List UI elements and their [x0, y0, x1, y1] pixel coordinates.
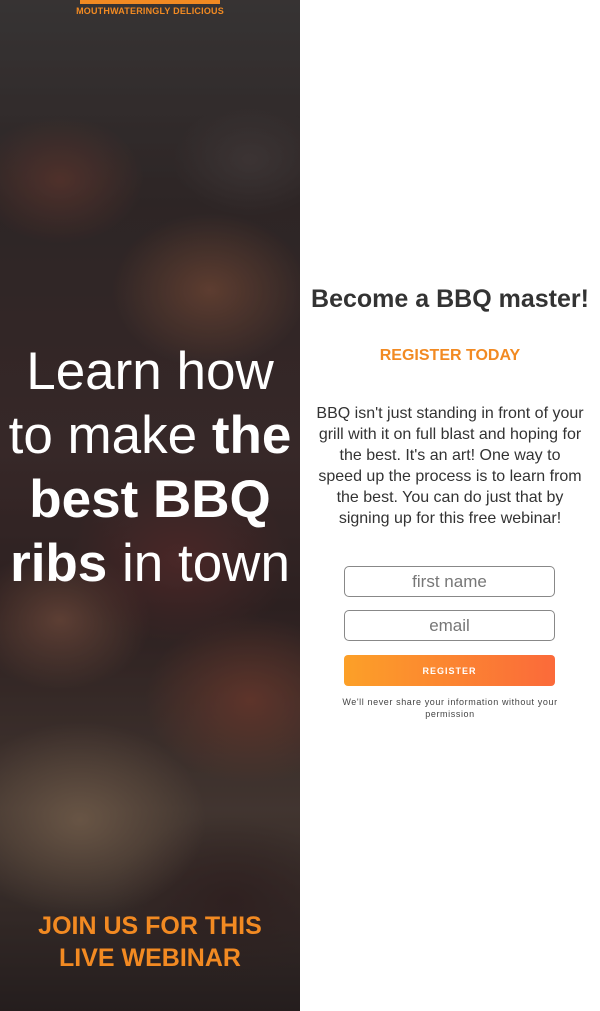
- hero-tagline: MOUTHWATERINGLY DELICIOUS: [76, 6, 224, 16]
- form-subtitle: REGISTER TODAY: [379, 347, 521, 364]
- webinar-callout: JOIN US FOR THIS LIVE WEBINAR: [0, 910, 300, 974]
- register-button[interactable]: REGISTER: [344, 655, 555, 686]
- webinar-line-2: LIVE WEBINAR: [59, 944, 241, 972]
- privacy-note: We'll never share your information witho…: [342, 697, 558, 719]
- landing-page: MOUTHWATERINGLY DELICIOUS Learn how to m…: [0, 0, 600, 1011]
- first-name-input[interactable]: [344, 566, 555, 597]
- form-description: BBQ isn't just standing in front of your…: [316, 405, 584, 527]
- webinar-line-1: JOIN US FOR THIS: [38, 912, 262, 940]
- brand-bar: [80, 0, 220, 4]
- email-input[interactable]: [344, 610, 555, 641]
- registration-panel: Become a BBQ master! REGISTER TODAY BBQ …: [300, 0, 600, 1011]
- hero-panel: MOUTHWATERINGLY DELICIOUS Learn how to m…: [0, 0, 300, 1011]
- form-title: Become a BBQ master!: [311, 285, 589, 313]
- hero-headline-tail: in town: [107, 534, 290, 593]
- hero-headline: Learn how to make the best BBQ ribs in t…: [0, 340, 300, 596]
